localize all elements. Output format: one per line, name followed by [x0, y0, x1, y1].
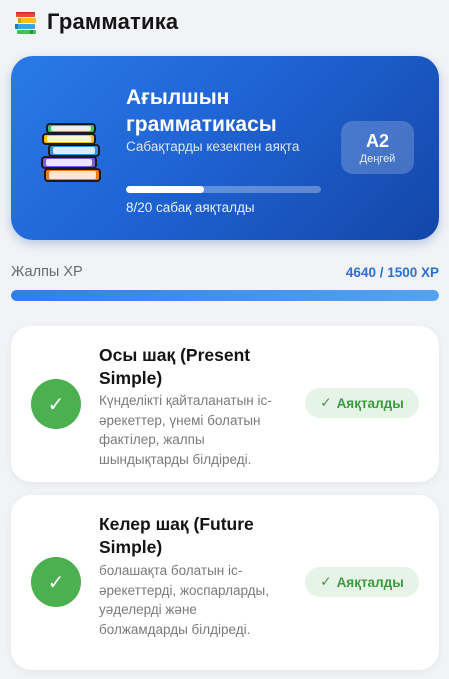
- level-badge: A2 Деңгей: [341, 121, 414, 174]
- lesson-title: Келер шақ (Future Simple): [99, 514, 254, 557]
- check-icon: ✓: [31, 379, 81, 429]
- xp-progress-fill: [11, 290, 439, 301]
- lesson-card[interactable]: ✓ Осы шақ (Present Simple) Күнделікті қа…: [11, 326, 439, 482]
- level-code: A2: [365, 130, 389, 151]
- books-icon: [15, 12, 36, 34]
- course-progress-fill: [126, 186, 204, 193]
- completed-badge-label: Аяқталды: [336, 574, 404, 590]
- top-bar: Грамматика: [0, 0, 449, 44]
- lesson-title: Осы шақ (Present Simple): [99, 345, 251, 388]
- xp-value: 4640 / 1500 XP: [345, 264, 439, 280]
- course-hero-card[interactable]: Ағылшын грамматикасы Сабақтарды кезекпен…: [11, 56, 439, 240]
- books-stack-icon: [41, 123, 101, 182]
- lesson-card[interactable]: ✓ Келер шақ (Future Simple) болашақта бо…: [11, 495, 439, 670]
- course-subtitle: Сабақтарды кезекпен аяқта: [126, 139, 300, 154]
- course-title: Ағылшын грамматикасы: [126, 86, 277, 136]
- course-progress-text: 8/20 сабақ аяқталды: [126, 200, 255, 215]
- completed-badge-label: Аяқталды: [336, 395, 404, 411]
- check-icon: ✓: [31, 557, 81, 607]
- page-title: Грамматика: [47, 9, 179, 34]
- check-icon: ✓: [320, 574, 332, 589]
- lesson-description: болашақта болатын іс-әрекеттерді, жоспар…: [99, 563, 270, 637]
- check-icon: ✓: [320, 395, 332, 410]
- xp-progress-bar: [11, 290, 439, 301]
- xp-label: Жалпы XP: [11, 264, 83, 280]
- completed-badge: ✓ Аяқталды: [305, 388, 419, 418]
- level-label: Деңгей: [359, 152, 396, 165]
- completed-badge: ✓ Аяқталды: [305, 567, 419, 597]
- course-progress-bar: [126, 186, 321, 193]
- lesson-description: Күнделікті қайталанатын іс-әрекеттер, үн…: [99, 393, 272, 467]
- xp-row: Жалпы XP 4640 / 1500 XP: [11, 264, 439, 280]
